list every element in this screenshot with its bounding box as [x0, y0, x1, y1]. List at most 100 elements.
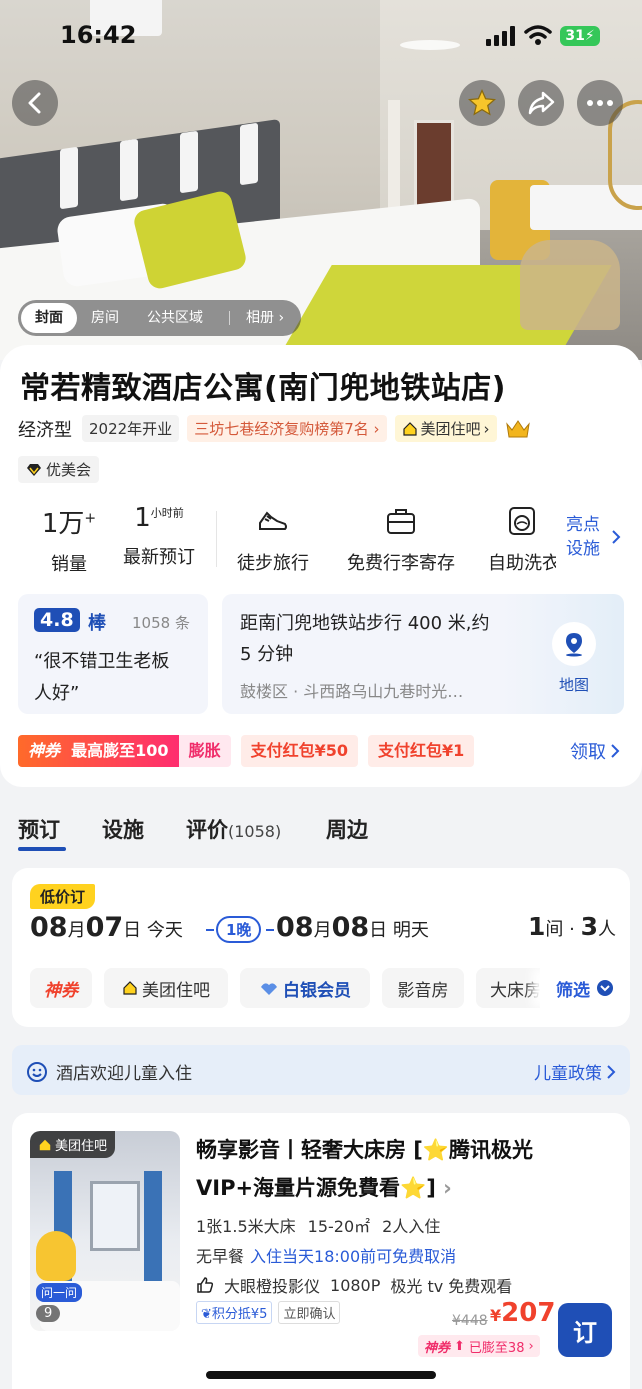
- distance-line: 距南门兜地铁站步行 400 米,约: [240, 613, 490, 634]
- currency: ¥: [490, 1306, 502, 1325]
- smile-icon: [27, 1061, 47, 1082]
- vip-tag[interactable]: 优美会: [18, 456, 100, 483]
- photo-strap: [120, 138, 138, 202]
- price-value: 207: [501, 1298, 556, 1328]
- tab-booking[interactable]: 预订: [18, 814, 60, 844]
- filter-media-room[interactable]: 影音房: [382, 968, 464, 1008]
- kids-banner[interactable]: 酒店欢迎儿童入住 儿童政策: [12, 1045, 630, 1095]
- hotel-info-card: 常若精致酒店公寓(南门兜地铁站店) 经济型 2022年开业 三坊七巷经济复购榜第…: [0, 345, 642, 787]
- back-button[interactable]: [12, 80, 58, 126]
- more-button[interactable]: [577, 80, 623, 126]
- rooms-guests[interactable]: 1间 · 3人: [528, 912, 616, 941]
- facility-luggage[interactable]: 免费行李寄存: [336, 503, 466, 575]
- chevron-right-icon: ›: [373, 420, 380, 438]
- map-button[interactable]: 地图: [552, 622, 596, 695]
- boost-price-tag[interactable]: 神券 ⬆ 已膨至38 ›: [418, 1335, 540, 1357]
- claim-button[interactable]: 领取: [570, 738, 620, 764]
- location-card[interactable]: 距南门兜地铁站步行 400 米,约 5 分钟 鼓楼区 · 斗西路乌山九巷时光… …: [222, 594, 624, 714]
- stat-sales: 1万+ 销量: [34, 503, 104, 576]
- silver-member-icon: [261, 983, 277, 995]
- boost-button[interactable]: 膨胀: [178, 735, 231, 767]
- room-bed: 1张1.5米大床: [196, 1217, 296, 1236]
- room-title[interactable]: 畅享影音丨轻奢大床房 [⭐腾讯极光VIP+海量片源免費看⭐] ›: [196, 1131, 606, 1207]
- photo-tab-public[interactable]: 公共区域: [133, 303, 217, 333]
- month-unit: 月: [67, 920, 86, 941]
- photo-tab-album[interactable]: 相册 ›: [232, 303, 298, 333]
- facility-hiking[interactable]: 徒步旅行: [228, 503, 318, 575]
- checkout-day: 08: [331, 912, 370, 943]
- tab-reviews[interactable]: 评价(1058): [186, 814, 281, 844]
- breakfast: 无早餐: [196, 1247, 245, 1266]
- checkin-date[interactable]: 08月07日 今天: [30, 912, 183, 943]
- filter-silver-member[interactable]: 白银会员: [240, 968, 370, 1008]
- nights-count: 1晚: [216, 916, 262, 943]
- kids-policy-link[interactable]: 儿童政策: [534, 1059, 616, 1084]
- instant-confirm-tag: 立即确认: [278, 1301, 341, 1324]
- original-price: ¥448: [452, 1313, 488, 1329]
- photo-strap: [60, 146, 78, 210]
- redpack-coupon[interactable]: 支付红包¥1: [367, 735, 475, 767]
- map-pin-icon: [566, 633, 582, 657]
- stats-row: 1万+ 销量 1小时前 最新预订 徒步旅行 免费行李寄存 自助洗衣: [0, 503, 642, 583]
- share-button[interactable]: [518, 80, 564, 126]
- filter-button[interactable]: 筛选: [540, 968, 618, 1008]
- tab-indicator: [18, 847, 66, 851]
- wifi-icon: [524, 25, 552, 45]
- divider: [206, 929, 214, 931]
- sales-sup: +: [84, 510, 97, 527]
- ranking-tag[interactable]: 三坊七巷经济复购榜第7名 ›: [187, 415, 387, 442]
- filter-mt-zhuba[interactable]: 美团住吧: [104, 968, 228, 1008]
- review-count: 1058 条: [132, 614, 190, 632]
- thumbs-up-icon: [197, 1277, 214, 1293]
- checkout-date[interactable]: 08月08日 明天: [276, 912, 429, 943]
- coupon-boost[interactable]: 神券 最高膨至100 膨胀: [18, 735, 231, 767]
- divider: [216, 511, 217, 567]
- recent-value: 1: [134, 503, 151, 533]
- review-summary-card[interactable]: 4.8 棒 1058 条 “很不错卫生老板 人好”: [18, 594, 208, 714]
- current-price: ¥207: [490, 1298, 555, 1328]
- photo-tab-rooms[interactable]: 房间: [77, 303, 133, 333]
- shenquan-label: 神券: [28, 741, 61, 760]
- chevron-right-icon: ›: [528, 1338, 534, 1354]
- facility-label: 自助洗衣: [488, 553, 556, 574]
- sneaker-icon: [259, 511, 287, 530]
- hotel-type: 经济型: [18, 419, 72, 441]
- chevron-right-icon: [607, 1064, 616, 1079]
- tab-facilities[interactable]: 设施: [102, 814, 144, 844]
- month-unit: 月: [313, 920, 332, 941]
- room-photo[interactable]: 美团住吧 问一问 9: [30, 1131, 180, 1331]
- sales-label: 销量: [51, 554, 87, 575]
- review-quote: “很不错卫生老板 人好”: [34, 646, 202, 710]
- sales-value: 1万: [41, 509, 85, 539]
- photo-count: 9: [36, 1305, 61, 1322]
- people-unit: 人: [598, 919, 616, 940]
- highlights-link[interactable]: 亮点 设施: [566, 513, 600, 561]
- photo-tab-cover[interactable]: 封面: [21, 303, 77, 333]
- diamond-icon: [27, 463, 41, 476]
- chevron-right-icon: ›: [278, 310, 285, 326]
- filter-shenquan[interactable]: 神券: [30, 968, 92, 1008]
- book-button[interactable]: 订: [558, 1303, 612, 1357]
- highlights-line2: 设施: [566, 539, 600, 559]
- checkin-relative: 今天: [146, 920, 183, 941]
- mt-zhuba-tag[interactable]: 美团住吧 ›: [394, 415, 497, 442]
- kids-policy-label: 儿童政策: [534, 1064, 602, 1084]
- room-area: 15-20㎡: [307, 1217, 371, 1236]
- boost-label: 最高膨至100: [71, 741, 169, 760]
- ask-button[interactable]: 问一问: [36, 1283, 83, 1302]
- location-distance: 距南门兜地铁站步行 400 米,约 5 分钟: [240, 608, 540, 670]
- review-score: 4.8: [34, 608, 80, 632]
- highlights-line1: 亮点: [566, 515, 600, 535]
- home-indicator: [206, 1371, 436, 1379]
- redpack-coupon[interactable]: 支付红包¥50: [240, 735, 358, 767]
- room-tags: ❦积分抵¥5 立即确认: [196, 1301, 341, 1324]
- vip-label: 优美会: [46, 461, 92, 479]
- favorite-button[interactable]: [459, 80, 505, 126]
- room-card[interactable]: 美团住吧 问一问 9 畅享影音丨轻奢大床房 [⭐腾讯极光VIP+海量片源免費看⭐…: [12, 1113, 630, 1389]
- facility-laundry[interactable]: 自助洗衣: [488, 503, 556, 575]
- battery-icon: 31⚡: [560, 26, 600, 46]
- share-icon: [528, 91, 555, 115]
- tab-nearby[interactable]: 周边: [326, 814, 368, 844]
- battery-level: 31: [565, 28, 585, 44]
- date-selector[interactable]: 08月07日 今天 1晚 08月08日 明天 1间 · 3人: [30, 912, 616, 952]
